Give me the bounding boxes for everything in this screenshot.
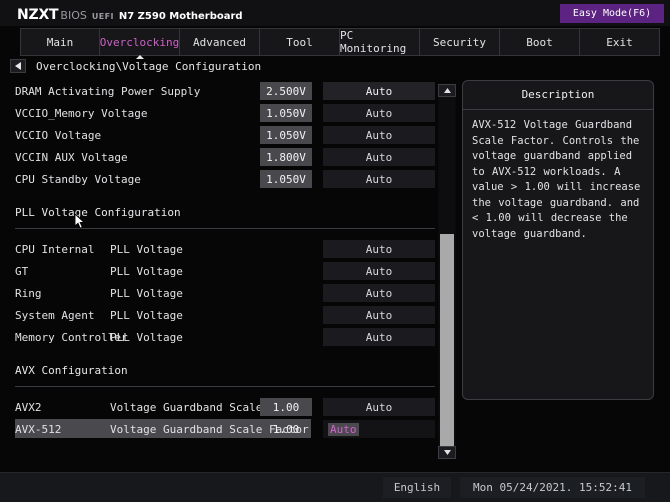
description-title: Description (463, 81, 653, 110)
setting-option-value: Auto (365, 400, 393, 414)
status-bar: English Mon 05/24/2021. 15:52:41 (0, 472, 670, 502)
settings-list: DRAM Activating Power Supply 2.500V Auto VC… (0, 80, 436, 459)
setting-option-dropdown[interactable]: Auto (323, 126, 435, 144)
setting-option-value: Auto (365, 106, 393, 120)
settings-row[interactable]: VCCIN AUX Voltage 1.800V Auto (0, 146, 436, 168)
setting-value-field[interactable]: 1.050V (260, 170, 312, 188)
tab-advanced[interactable]: Advanced (180, 29, 260, 55)
easy-mode-button[interactable]: Easy Mode(F6) (560, 4, 664, 23)
brand-name: NZXT (17, 7, 59, 23)
setting-label: AVX-512 (15, 422, 62, 436)
settings-row[interactable]: CPU Standby Voltage 1.050V Auto (0, 168, 436, 190)
setting-option-dropdown[interactable]: Auto (323, 284, 435, 302)
setting-option-value: Auto (365, 172, 393, 186)
section-header: PLL Voltage Configuration (0, 200, 436, 238)
settings-row[interactable]: VCCIO Voltage 1.050V Auto (0, 124, 436, 146)
scroll-up-arrow-icon[interactable] (438, 84, 456, 97)
settings-row[interactable]: Ring PLL Voltage Auto (0, 282, 436, 304)
setting-option-value: Auto (365, 242, 393, 256)
setting-option-value: Auto (365, 308, 393, 322)
setting-label-secondary: PLL Voltage (110, 330, 183, 344)
brand-uefi-label: UEFI (91, 12, 114, 21)
setting-label-secondary: PLL Voltage (110, 242, 183, 256)
bios-setup-screen: NZXT BIOS UEFI N7 Z590 Motherboard Easy … (0, 0, 670, 502)
brand-logo: NZXT BIOS UEFI N7 Z590 Motherboard (17, 7, 243, 23)
setting-value-field[interactable]: 1.050V (260, 104, 312, 122)
setting-option-value: Auto (365, 264, 393, 278)
scroll-down-arrow-icon[interactable] (438, 446, 456, 459)
setting-option-dropdown[interactable]: Auto (323, 240, 435, 258)
setting-option-dropdown[interactable]: Auto (323, 420, 435, 438)
setting-option-dropdown[interactable]: Auto (323, 398, 435, 416)
setting-label: CPU Standby Voltage (15, 172, 141, 186)
brand-motherboard-label: N7 Z590 Motherboard (118, 11, 243, 22)
setting-option-dropdown[interactable]: Auto (323, 262, 435, 280)
setting-option-dropdown[interactable]: Auto (323, 82, 435, 100)
language-selector[interactable]: English (383, 477, 451, 498)
setting-option-dropdown[interactable]: Auto (323, 104, 435, 122)
setting-label-secondary: PLL Voltage (110, 264, 183, 278)
back-arrow-icon[interactable] (10, 59, 26, 73)
section-header: AVX Configuration (0, 358, 436, 396)
scrollbar-track[interactable] (439, 97, 455, 459)
breadcrumb: Overclocking\Voltage Configuration (10, 58, 261, 74)
settings-row[interactable]: Memory Controller PLL Voltage Auto (0, 326, 436, 348)
setting-value-field[interactable]: 1.00 (260, 420, 312, 438)
section-title: AVX Configuration (15, 364, 128, 377)
description-panel: Description AVX-512 Voltage Guardband Sc… (462, 80, 654, 400)
setting-value-field[interactable]: 2.500V (260, 82, 312, 100)
setting-label: AVX2 (15, 400, 42, 414)
scrollbar-thumb[interactable] (440, 234, 454, 459)
setting-label-secondary: PLL Voltage (110, 308, 183, 322)
tab-boot[interactable]: Boot (500, 29, 580, 55)
brand-bios-label: BIOS (60, 9, 87, 22)
settings-row[interactable]: CPU Internal PLL Voltage Auto (0, 238, 436, 260)
tab-main[interactable]: Main (20, 29, 100, 55)
settings-row[interactable]: System Agent PLL Voltage Auto (0, 304, 436, 326)
setting-label: VCCIN AUX Voltage (15, 150, 128, 164)
tab-security[interactable]: Security (420, 29, 500, 55)
setting-label: VCCIO Voltage (15, 128, 102, 142)
system-datetime: Mon 05/24/2021. 15:52:41 (460, 477, 645, 498)
breadcrumb-path: Overclocking\Voltage Configuration (36, 59, 262, 73)
setting-option-dropdown[interactable]: Auto (323, 170, 435, 188)
setting-option-dropdown[interactable]: Auto (323, 328, 435, 346)
setting-value-field[interactable]: 1.800V (260, 148, 312, 166)
setting-option-value: Auto (365, 128, 393, 142)
setting-label: CPU Internal (15, 242, 95, 256)
list-scrollbar[interactable] (438, 84, 456, 459)
settings-row[interactable]: VCCIO_Memory Voltage 1.050V Auto (0, 102, 436, 124)
tab-exit[interactable]: Exit (580, 29, 660, 55)
setting-value-field[interactable]: 1.050V (260, 126, 312, 144)
settings-row[interactable]: DRAM Activating Power Supply 2.500V Auto (0, 80, 436, 102)
tab-pc-monitoring[interactable]: PC Monitoring (340, 29, 420, 55)
setting-value-field[interactable]: 1.00 (260, 398, 312, 416)
setting-label-secondary: PLL Voltage (110, 286, 183, 300)
main-tab-bar: Main Overclocking Advanced Tool PC Monitorin… (20, 28, 660, 59)
settings-row[interactable]: AVX2 Voltage Guardband Scale Factor 1.00 Au… (0, 396, 436, 418)
setting-label: System Agent (15, 308, 95, 322)
settings-row[interactable]: AVX-512 Voltage Guardband Scale Factor 1.0… (0, 418, 436, 440)
setting-option-value: Auto (328, 422, 359, 436)
app-header: NZXT BIOS UEFI N7 Z590 Motherboard Easy … (0, 0, 670, 26)
setting-label: Ring (15, 286, 42, 300)
setting-label: VCCIO_Memory Voltage (15, 106, 148, 120)
tab-overclocking[interactable]: Overclocking (100, 29, 180, 59)
description-body: AVX-512 Voltage Guardband Scale Factor. … (472, 119, 641, 240)
setting-option-dropdown[interactable]: Auto (323, 306, 435, 324)
setting-label: DRAM Activating Power Supply (15, 84, 201, 98)
section-divider (15, 228, 435, 229)
setting-option-value: Auto (365, 330, 393, 344)
settings-row[interactable]: GT PLL Voltage Auto (0, 260, 436, 282)
setting-option-dropdown[interactable]: Auto (323, 148, 435, 166)
setting-label: GT (15, 264, 29, 278)
section-title: PLL Voltage Configuration (15, 206, 181, 219)
setting-option-value: Auto (365, 150, 393, 164)
section-divider (15, 386, 435, 387)
setting-option-value: Auto (365, 286, 393, 300)
tab-tool[interactable]: Tool (260, 29, 340, 55)
setting-option-value: Auto (365, 84, 393, 98)
